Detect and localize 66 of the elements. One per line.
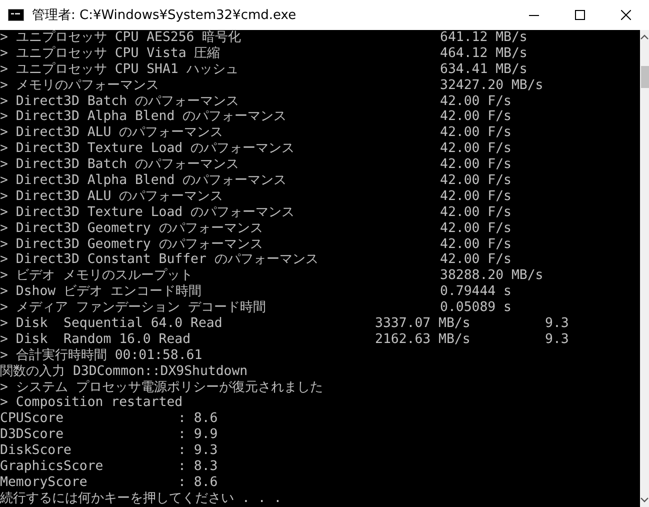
result-value: : 9.9 xyxy=(178,427,218,444)
console-line: > Direct3D Constant Buffer のパフォーマンス xyxy=(0,252,318,268)
result-value: 3337.07 MB/s xyxy=(375,316,470,332)
score-value: 9.3 xyxy=(545,332,569,348)
close-icon xyxy=(621,10,631,20)
result-value: 0.79444 s xyxy=(440,284,512,300)
result-value: 42.00 F/s xyxy=(440,157,512,174)
result-value: 42.00 F/s xyxy=(440,236,512,252)
result-value: : 8.6 xyxy=(178,474,218,491)
console-line: > Direct3D Geometry のパフォーマンス xyxy=(0,236,263,252)
console-line: > Direct3D Texture Load のパフォーマンス xyxy=(0,141,295,158)
console-line: > メモリのパフォーマンス xyxy=(0,78,159,94)
result-value: 0.05089 s xyxy=(440,300,512,316)
score-value: 9.3 xyxy=(545,316,569,332)
console-line: MemoryScore xyxy=(0,474,88,491)
result-value: 2162.63 MB/s xyxy=(375,332,470,348)
console-line: > Dshow ビデオ エンコード時間 xyxy=(0,284,202,300)
console-line: > Direct3D ALU のパフォーマンス xyxy=(0,188,224,205)
console-line: > ユニプロセッサ CPU Vista 圧縮 xyxy=(0,46,220,62)
console-line: > Direct3D ALU のパフォーマンス xyxy=(0,125,224,142)
console-line: > Composition restarted xyxy=(0,395,183,412)
console-line: > Disk Random 16.0 Read xyxy=(0,332,191,348)
result-value: 42.00 F/s xyxy=(440,220,512,237)
console-icon xyxy=(8,9,24,21)
result-value: : 8.6 xyxy=(178,411,218,428)
result-value: 42.00 F/s xyxy=(440,204,512,221)
scrollbar[interactable] xyxy=(640,30,649,507)
console-line: > Direct3D Alpha Blend のパフォーマンス xyxy=(0,173,287,189)
console-line: > Direct3D Batch のパフォーマンス xyxy=(0,157,239,174)
result-value: 634.41 MB/s xyxy=(440,62,528,78)
console-line: > Direct3D Texture Load のパフォーマンス xyxy=(0,204,295,221)
console-line: DiskScore xyxy=(0,443,72,460)
console-line: > メディア ファンデーション デコード時間 xyxy=(0,300,266,316)
result-value: 32427.20 MB/s xyxy=(440,78,544,94)
console-line: > Disk Sequential 64.0 Read xyxy=(0,316,222,332)
console-line: > ビデオ メモリのスループット xyxy=(0,268,193,284)
scroll-up-icon[interactable] xyxy=(640,34,649,40)
console-line: 続行するには何かキーを押してください . . . xyxy=(0,490,282,507)
scroll-thumb[interactable] xyxy=(640,66,648,88)
result-value: 42.00 F/s xyxy=(440,173,512,189)
console-line: 関数の入力 D3DCommon::DX9Shutdown xyxy=(0,364,248,380)
window-title: 管理者: C:¥Windows¥System32¥cmd.exe xyxy=(32,7,296,24)
result-value: 42.00 F/s xyxy=(440,252,512,268)
console-line: > Direct3D Geometry のパフォーマンス xyxy=(0,220,263,237)
result-value: 42.00 F/s xyxy=(440,109,512,126)
console-line: > Direct3D Batch のパフォーマンス xyxy=(0,94,239,110)
console-line: GraphicsScore xyxy=(0,459,104,475)
console-line: > システム プロセッサ電源ポリシーが復元されました xyxy=(0,380,323,396)
scroll-down-icon[interactable] xyxy=(640,497,649,503)
result-value: 42.00 F/s xyxy=(440,141,512,158)
console-line: > ユニプロセッサ CPU AES256 暗号化 xyxy=(0,30,242,46)
result-value: 42.00 F/s xyxy=(440,188,512,205)
console-line: CPUScore xyxy=(0,411,64,428)
console-line: D3DScore xyxy=(0,427,64,444)
console-line: > 合計実行時時間 00:01:58.61 xyxy=(0,348,202,364)
result-value: : 8.3 xyxy=(178,459,218,475)
result-value: 42.00 F/s xyxy=(440,94,512,110)
console-line: > ユニプロセッサ CPU SHA1 ハッシュ xyxy=(0,62,238,78)
result-value: 641.12 MB/s xyxy=(440,30,528,46)
result-value: 42.00 F/s xyxy=(440,125,512,142)
console-line: > Direct3D Alpha Blend のパフォーマンス xyxy=(0,109,287,126)
result-value: 38288.20 MB/s xyxy=(440,268,544,284)
result-value: : 9.3 xyxy=(178,443,218,460)
result-value: 464.12 MB/s xyxy=(440,46,528,62)
maximize-icon xyxy=(575,10,585,20)
minimize-icon xyxy=(529,14,539,16)
